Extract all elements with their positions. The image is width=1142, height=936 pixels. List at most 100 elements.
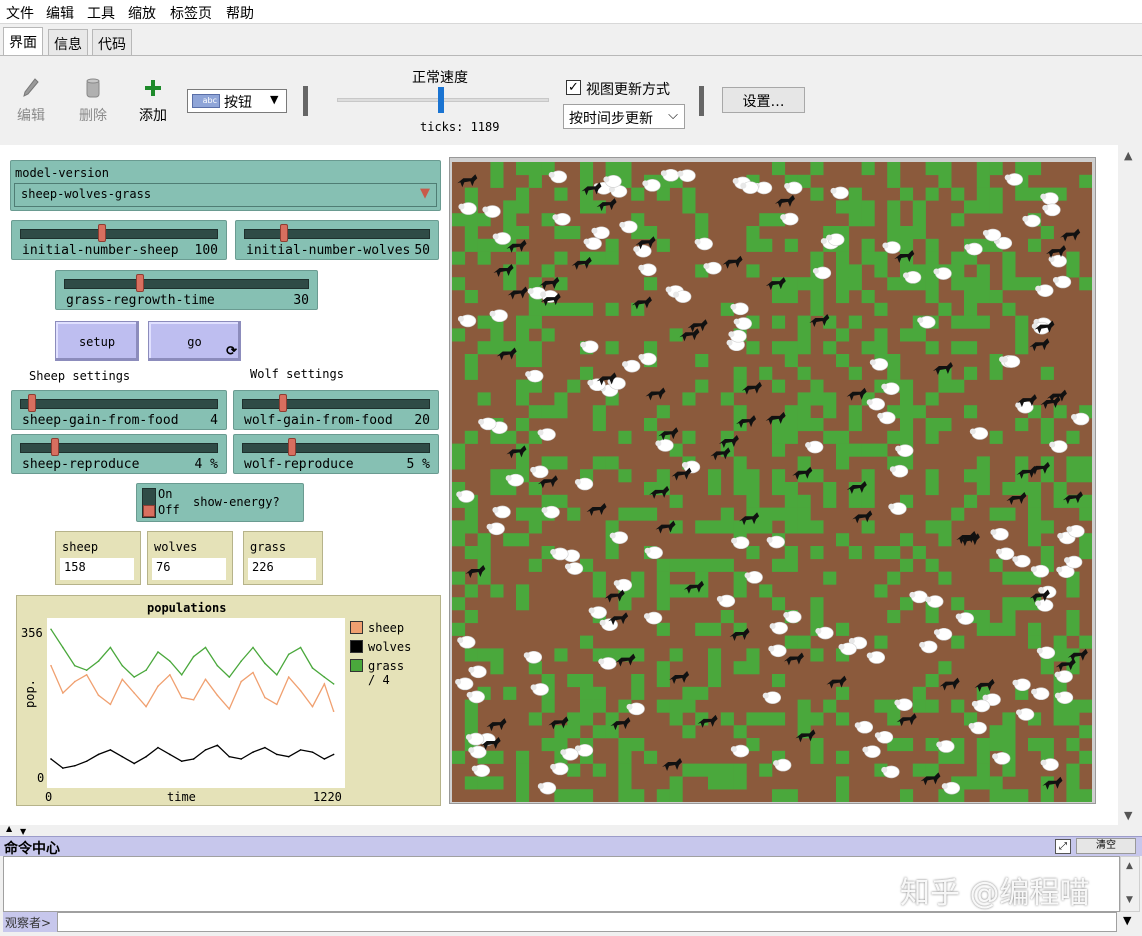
expand-icon[interactable]: ⤢ [1055, 839, 1071, 854]
data-point [85, 669, 88, 672]
watermark: 知乎 @编程喵 [900, 876, 1090, 911]
slider-label: sheep-reproduce [22, 457, 140, 472]
observer-selector[interactable]: 观察者> [3, 912, 57, 932]
sheep-agent [638, 263, 657, 277]
interface-scrollbar[interactable]: ▲ ▼ [1118, 145, 1142, 825]
sheep-agent [716, 594, 736, 608]
scroll-down-icon[interactable]: ▼ [1126, 895, 1133, 905]
sheep-agent [1012, 554, 1031, 568]
data-point [192, 655, 195, 658]
command-history-icon[interactable]: ▼ [1123, 914, 1131, 927]
slider-value: 4 [210, 413, 218, 428]
slider-wolf-reproduce[interactable]: wolf-reproduce 5 % [233, 434, 439, 474]
delete-tool[interactable]: 删除 [74, 77, 112, 125]
command-input[interactable] [57, 912, 1117, 932]
chooser-arrow-icon: ▼ [420, 186, 430, 201]
world-view[interactable] [452, 162, 1092, 802]
sheep-agent [583, 237, 602, 250]
sheep-agent [936, 740, 955, 753]
monitor-label: grass [250, 540, 287, 554]
speed-slider-thumb[interactable] [438, 87, 444, 113]
sheep-agent [642, 179, 661, 192]
view-updates-checkbox[interactable]: ✓ [566, 80, 581, 95]
sheep-agent [744, 571, 763, 584]
command-output-scrollbar[interactable]: ▲ ▼ [1120, 856, 1140, 912]
slider-sheep-reproduce[interactable]: sheep-reproduce 4 % [11, 434, 227, 474]
setup-button[interactable]: setup [55, 321, 139, 361]
sheep-agent [740, 181, 759, 194]
scroll-down-icon[interactable]: ▼ [1124, 809, 1132, 822]
sheep-agent [805, 440, 824, 454]
scroll-up-icon[interactable]: ▲ [1126, 861, 1133, 871]
menu-tabs[interactable]: 标签页 [170, 3, 212, 23]
menu-edit[interactable]: 编辑 [46, 3, 74, 23]
menu-file[interactable]: 文件 [6, 3, 34, 23]
sheep-agent [523, 650, 543, 664]
settings-button[interactable]: 设置… [722, 87, 805, 113]
wolf-agent [710, 447, 731, 461]
slider-thumb[interactable] [288, 438, 296, 456]
switch-off-label: Off [158, 503, 180, 517]
sheep-agent [1022, 214, 1041, 228]
slider-thumb[interactable] [280, 224, 289, 242]
slider-initial-number-sheep[interactable]: initial-number-sheep 100 [11, 220, 227, 260]
sheep-agent [552, 212, 571, 226]
menu-tools[interactable]: 工具 [87, 3, 115, 23]
menubar: 文件 编辑 工具 缩放 标签页 帮助 [0, 0, 1142, 24]
scroll-up-icon[interactable]: ▲ [1124, 149, 1132, 162]
slider-thumb[interactable] [27, 394, 36, 412]
chevron-down-icon: ▼ [270, 93, 279, 106]
menu-help[interactable]: 帮助 [226, 3, 254, 23]
slider-grass-regrowth-time[interactable]: grass-regrowth-time 30 [55, 270, 318, 310]
add-tool[interactable]: 添加 [134, 77, 172, 125]
chooser-value-box[interactable]: sheep-wolves-grass ▼ [14, 183, 437, 207]
slider-sheep-gain-from-food[interactable]: sheep-gain-from-food 4 [11, 390, 227, 430]
sheep-agent [457, 635, 476, 649]
expand-down-icon[interactable]: ▼ [20, 827, 26, 836]
sheep-agent [468, 745, 487, 759]
slider-label: initial-number-wolves [246, 243, 411, 258]
sheep-agent [673, 290, 692, 303]
data-point [252, 646, 254, 649]
data-point [240, 758, 242, 760]
switch-knob[interactable] [143, 505, 155, 517]
ticks-counter: ticks: 1189 [420, 120, 500, 134]
slider-thumb[interactable] [97, 224, 106, 242]
data-point [332, 710, 335, 712]
update-mode-select[interactable]: 按时间步更新 ⌵ [563, 104, 685, 129]
data-point [62, 767, 64, 769]
show-energy-switch[interactable]: On Off show-energy? [136, 483, 304, 522]
tab-code[interactable]: 代码 [92, 29, 132, 55]
slider-thumb[interactable] [136, 274, 145, 292]
model-version-chooser[interactable]: model-version sheep-wolves-grass ▼ [10, 160, 441, 211]
splitter[interactable]: ▲ ▼ [0, 824, 1142, 836]
go-label: go [187, 335, 202, 349]
monitor-label: sheep [62, 540, 99, 554]
command-center-header: 命令中心 ⤢ 清空 [0, 836, 1142, 857]
tab-interface[interactable]: 界面 [3, 27, 43, 55]
sheep-agent [888, 502, 907, 515]
sheep-agent [1035, 284, 1054, 297]
go-button[interactable]: go ⟳ [148, 321, 241, 361]
slider-initial-number-wolves[interactable]: initial-number-wolves 50 [235, 220, 439, 260]
clear-button[interactable]: 清空 [1076, 838, 1136, 854]
wolf-agent [1060, 228, 1081, 242]
slider-thumb[interactable] [278, 394, 287, 412]
sheep-agent [768, 644, 787, 658]
slider-wolf-gain-from-food[interactable]: wolf-gain-from-food 20 [233, 390, 439, 430]
wolf-agent [645, 387, 666, 401]
chooser-value: sheep-wolves-grass [21, 187, 152, 201]
sheep-agent [1052, 275, 1072, 289]
sheep-agent [874, 730, 894, 744]
sheep-agent [548, 170, 568, 184]
menu-zoom[interactable]: 缩放 [128, 3, 156, 23]
data-point [323, 676, 326, 678]
expand-up-icon[interactable]: ▲ [6, 824, 12, 833]
sheep-agent [866, 397, 885, 411]
edit-tool[interactable]: 编辑 [12, 77, 50, 125]
legend-label: sheep [368, 621, 405, 635]
data-point [85, 760, 88, 763]
tab-info[interactable]: 信息 [48, 29, 88, 55]
widget-type-select[interactable]: abc 按钮 ▼ [187, 89, 287, 113]
slider-thumb[interactable] [51, 438, 60, 456]
